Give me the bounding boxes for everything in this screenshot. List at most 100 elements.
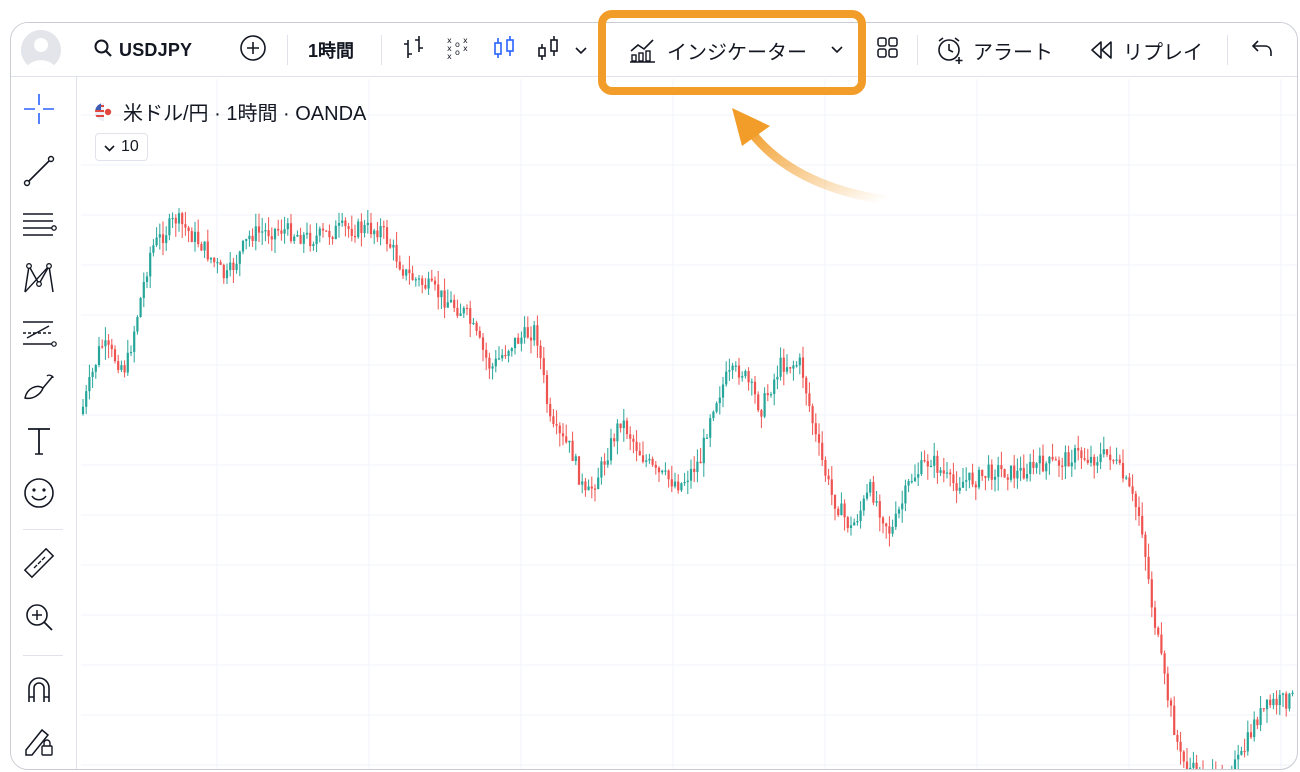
hollow-candles-button[interactable] [533,23,563,77]
app-window: USDJPY 1時間 xxxooxx インジケーター アラート リプレイ 米ドル… [10,22,1298,770]
price-chart[interactable] [81,79,1297,769]
undo-button[interactable] [1247,23,1277,77]
candle-body [216,262,219,264]
candle-body [453,299,456,308]
candle-body [808,393,811,407]
candle-body [715,403,718,412]
symbol-search-button[interactable]: USDJPY [93,23,192,77]
candle-body [91,371,94,378]
candle-body [331,237,334,240]
toolbar-divider [1227,35,1228,65]
measure-tool[interactable] [21,547,57,583]
fib-retracement-tool[interactable] [21,209,57,245]
candle-body [878,501,881,518]
ruler-icon [21,545,57,586]
candle-body [1134,493,1137,508]
point-figure-button[interactable]: xxxooxx [443,23,473,77]
candle-body [261,231,264,233]
text-tool[interactable] [21,425,57,461]
candle-body [229,262,232,271]
candle-body [1150,579,1153,608]
plus-circle-icon [239,34,267,67]
toolbar-divider [917,35,918,65]
prediction-tool[interactable] [21,317,57,353]
candle-body [485,349,488,358]
candle-body [805,377,808,394]
candle-body [286,223,289,230]
candle-body [1038,455,1041,464]
candle-body [296,234,299,237]
trend-line-tool[interactable] [21,155,57,191]
candle-body [645,460,648,462]
candlestick-series [81,208,1294,769]
candle-body [1128,477,1131,487]
candle-body [427,278,430,289]
candle-body [264,230,267,232]
candle-body [382,226,385,228]
candle-body [347,226,350,229]
candle-body [843,503,846,518]
chart-pane[interactable]: 米ドル/円 · 1時間 · OANDA 10 [81,79,1297,769]
zoom-in-tool[interactable] [21,601,57,637]
timeframe-button[interactable]: 1時間 [308,23,354,77]
emoji-tool[interactable] [21,477,57,513]
candle-body [241,240,245,252]
candle-body [549,403,552,417]
candle-body [814,423,817,435]
candle-body [1093,456,1096,466]
candle-body [1051,456,1054,460]
candle-body [827,475,830,480]
candle-body [683,481,686,484]
candle-body [856,521,859,523]
candle-body [1278,694,1281,706]
candle-body [821,442,824,460]
candle-body [721,384,725,398]
compare-add-button[interactable] [236,23,270,77]
candle-body [677,481,680,491]
candle-body [958,487,961,491]
pattern-tool[interactable] [21,262,57,299]
candles-button[interactable] [489,23,519,77]
candle-body [449,299,453,303]
candle-body [488,357,491,369]
brush-tool[interactable] [21,371,57,407]
crosshair-tool[interactable] [21,93,57,129]
candle-body [968,472,971,481]
candle-body [478,330,481,338]
replay-button[interactable]: リプレイ [1089,23,1203,77]
candle-body [894,513,897,527]
templates-button[interactable] [873,23,903,77]
candle-body [321,228,325,231]
candle-body [145,276,149,282]
chart-type-dropdown[interactable] [573,23,589,77]
candle-body [1237,754,1240,760]
candle-body [209,257,213,260]
candle-body [161,234,165,244]
bar-chart-button[interactable] [399,23,429,77]
candle-body [1080,450,1083,459]
candle-body [619,423,622,429]
indicators-button[interactable]: インジケーター [629,23,843,77]
candle-body [728,370,731,372]
alert-button[interactable]: アラート [935,23,1053,77]
legend-collapse-button[interactable]: 10 [95,133,148,161]
toolbar-divider [287,35,288,65]
candle-body [334,225,337,240]
candle-body [513,337,517,349]
candle-body [1083,458,1086,460]
candle-body [491,366,494,369]
lock-drawings-tool[interactable] [21,725,57,761]
candle-body [200,244,203,251]
avatar[interactable] [21,30,61,70]
candle-body [731,365,734,371]
candle-body [1195,762,1198,769]
magnet-tool[interactable] [21,673,57,709]
candle-body [1099,454,1102,463]
candle-body [1102,449,1105,455]
candle-body [81,406,85,414]
candle-body [1121,462,1125,479]
candle-body [1288,693,1291,709]
candle-body [577,456,581,485]
candle-body [1249,732,1253,738]
candle-body [568,440,571,443]
